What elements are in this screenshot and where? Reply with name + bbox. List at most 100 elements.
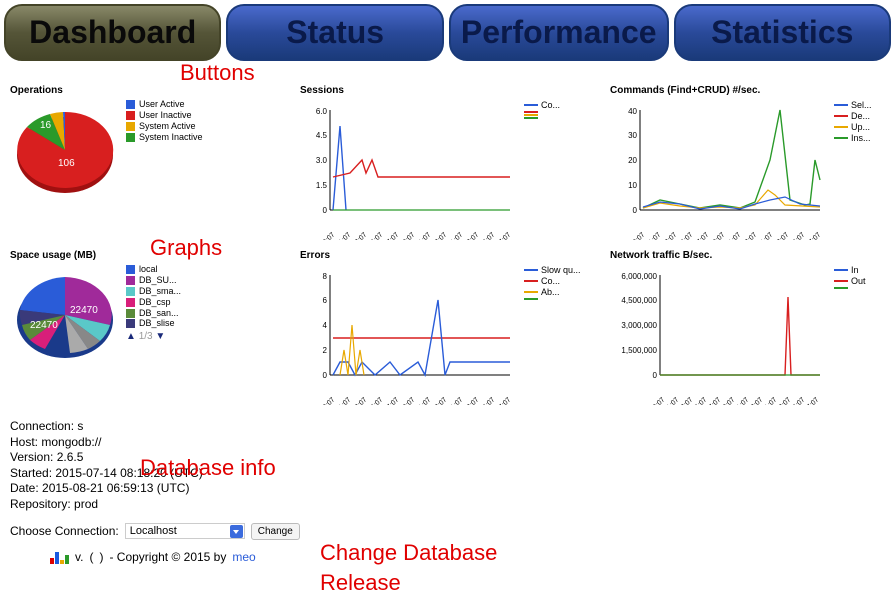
errors-legend: Slow qu... Co... Ab... [524,265,581,301]
svg-text:4: 4 [323,321,328,330]
panel-title: Errors [300,250,600,261]
svg-text:4,500,000: 4,500,000 [621,296,657,305]
svg-text:0: 0 [633,206,638,215]
svg-text:6.0: 6.0 [316,107,328,116]
space-pie-chart[interactable]: 22470 22470 [10,265,120,365]
panel-title: Network traffic B/sec. [610,250,895,261]
change-button[interactable]: Change [251,523,300,540]
svg-text:1.5: 1.5 [316,181,328,190]
svg-text:8: 8 [323,272,328,281]
copyright-text: - Copyright © 2015 by [109,550,226,564]
nav-status-button[interactable]: Status [226,4,443,61]
panel-title: Operations [10,85,290,96]
logo-icon [50,550,69,564]
annotation-release: Release [320,570,401,596]
label: Started: [10,466,52,480]
value-repository: prod [74,497,98,511]
svg-text:6,000,000: 6,000,000 [621,272,657,281]
svg-text:0: 0 [323,371,328,380]
pie-label-a: 22470 [70,305,98,316]
legend-item: Co... [541,100,560,110]
svg-text:20 09:07: 20 09:07 [622,231,646,240]
legend-item: Out [851,276,866,286]
legend-system-active: System Active [139,122,196,132]
legend-item: Ab... [541,287,560,297]
pie-label-small: 16 [40,120,51,131]
value-connection: s [77,419,83,433]
panel-network: Network traffic B/sec. 0 1,500,000 3,000… [610,250,895,405]
svg-text:0: 0 [323,206,328,215]
pie-label-b: 22470 [30,320,58,331]
chevron-down-icon[interactable]: ▼ [155,331,165,342]
svg-text:20 09:07: 20 09:07 [642,396,666,405]
annotation-change: Change Database [320,540,497,566]
database-info: Connection: s Host: mongodb:// Version: … [0,415,895,517]
dashboard-grid: Operations 106 16 User Active User Inact… [0,65,895,415]
legend-item: DB_SU... [139,276,177,286]
paren-l: ( [89,550,93,564]
author-link[interactable]: meo [232,550,255,564]
value-version: 2.6.5 [57,450,84,464]
annotation-dbinfo: Database info [140,455,276,481]
svg-text:0: 0 [653,371,658,380]
panel-sessions: Sessions 0 1.5 3.0 4.5 6.0 20 09:07 20 [300,85,600,240]
legend-item: DB_sma... [139,287,181,297]
commands-chart[interactable]: 0 10 20 30 40 20 09:07 20 11:07 20 13:07… [610,100,830,240]
label: Date: [10,481,39,495]
label: Connection: [10,419,74,433]
chevron-up-icon[interactable]: ▲ [126,331,136,342]
legend-user-inactive: User Inactive [139,111,192,121]
legend-pager[interactable]: ▲ 1/3 ▼ [126,331,181,342]
legend-item: Sel... [851,100,872,110]
label: Version: [10,450,53,464]
version-prefix: v. [75,550,83,564]
svg-text:30: 30 [628,131,637,140]
paren-r: ) [99,550,103,564]
svg-text:20 09:07: 20 09:07 [312,231,336,240]
svg-text:20: 20 [628,156,637,165]
pie-label-big: 106 [58,158,75,169]
panel-title: Sessions [300,85,600,96]
panel-title: Space usage (MB) [10,250,290,261]
sessions-chart[interactable]: 0 1.5 3.0 4.5 6.0 20 09:07 20 11:07 20 1… [300,100,520,240]
legend-item: Ins... [851,133,871,143]
svg-text:1,500,000: 1,500,000 [621,346,657,355]
legend-item: Slow qu... [541,265,581,275]
legend-user-active: User Active [139,100,185,110]
svg-text:20 09:07: 20 09:07 [312,396,336,405]
panel-commands: Commands (Find+CRUD) #/sec. 0 10 20 30 4… [610,85,895,240]
network-legend: In Out [834,265,866,290]
panel-title: Commands (Find+CRUD) #/sec. [610,85,895,96]
legend-item: DB_slise [139,319,175,329]
sessions-legend: Co... [524,100,560,120]
commands-legend: Sel... De... Up... Ins... [834,100,872,144]
legend-item: DB_csp [139,298,171,308]
legend-item: In [851,265,859,275]
operations-pie-chart[interactable]: 106 16 [10,100,120,200]
panel-space-usage: Space usage (MB) 22470 22470 loca [10,250,290,405]
svg-text:10: 10 [628,181,637,190]
svg-text:40: 40 [628,107,637,116]
legend-item: DB_san... [139,309,179,319]
svg-text:2: 2 [323,346,328,355]
nav-dashboard-button[interactable]: Dashboard [4,4,221,61]
label: Host: [10,435,38,449]
value-date: 2015-08-21 06:59:13 (UTC) [42,481,189,495]
nav-bar: Dashboard Status Performance Statistics [0,0,895,65]
network-chart[interactable]: 0 1,500,000 3,000,000 4,500,000 6,000,00… [610,265,830,405]
svg-text:6: 6 [323,296,328,305]
legend-item: De... [851,111,870,121]
panel-operations: Operations 106 16 User Active User Inact… [10,85,290,240]
choose-connection-label: Choose Connection: [10,524,119,538]
errors-chart[interactable]: 0 2 4 6 8 20 09:07 20 11:07 20 13:07 20 … [300,265,520,405]
nav-statistics-button[interactable]: Statistics [674,4,891,61]
svg-text:3,000,000: 3,000,000 [621,321,657,330]
legend-item: local [139,265,158,275]
legend-item: Up... [851,122,870,132]
pager-text: 1/3 [139,331,153,342]
panel-errors: Errors 0 2 4 6 8 20 09:07 20 11:07 [300,250,600,405]
connection-select[interactable]: Localhost [125,523,245,539]
operations-legend: User Active User Inactive System Active … [126,100,203,144]
nav-performance-button[interactable]: Performance [449,4,669,61]
legend-item: Co... [541,276,560,286]
